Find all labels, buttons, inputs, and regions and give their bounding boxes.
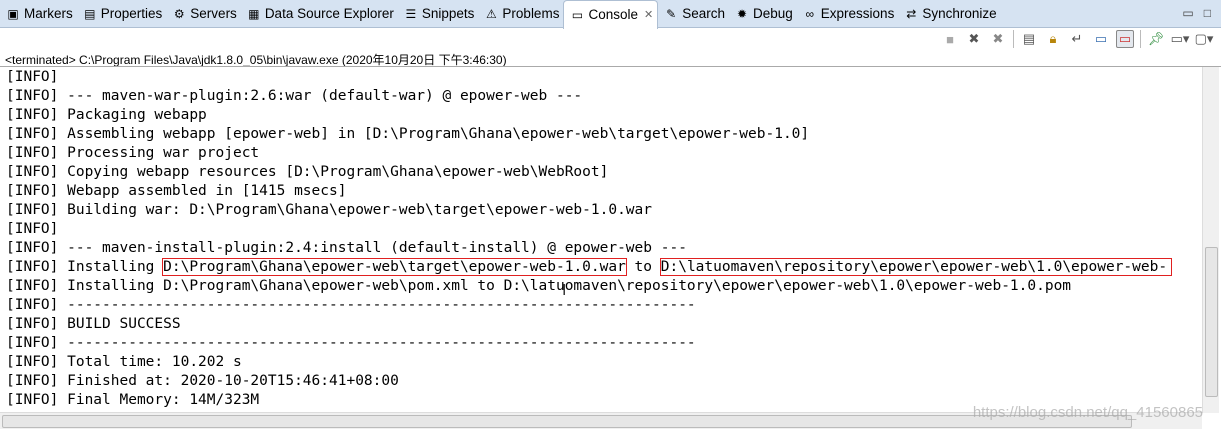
text-cursor-icon: I	[562, 282, 567, 299]
scroll-lock-icon[interactable]: 🔒︎	[1044, 30, 1062, 48]
highlighted-dest-path: D:\latuomaven\repository\epower\epower-w…	[659, 258, 1173, 276]
line-to: to	[625, 259, 661, 275]
snippets-icon: ☰	[405, 6, 417, 21]
expressions-icon: ∞	[805, 6, 815, 21]
synchronize-icon: ⇄	[906, 6, 917, 21]
data-source-icon: ▦	[248, 6, 260, 21]
word-wrap-icon[interactable]: ↵	[1068, 30, 1086, 48]
debug-icon: ✹	[736, 6, 748, 21]
tab-servers[interactable]: ⚙ Servers	[166, 0, 241, 28]
terminate-icon[interactable]: ■	[941, 30, 959, 48]
properties-icon: ▤	[84, 6, 96, 21]
console-line: [INFO] ---------------------------------…	[6, 335, 696, 351]
console-line: [INFO] Processing war project	[6, 145, 260, 161]
remove-launch-icon[interactable]: ✖	[965, 30, 983, 48]
tab-synchronize[interactable]: ⇄ Synchronize	[898, 0, 1000, 28]
display-console-icon[interactable]: ▭▾	[1171, 30, 1190, 48]
view-tab-bar: ▣ Markers ▤ Properties ⚙ Servers ▦ Data Source …	[0, 0, 1221, 29]
tab-markers[interactable]: ▣ Markers	[0, 0, 77, 28]
console-line: [INFO]	[6, 221, 59, 237]
pin-console-icon[interactable]: 📌︎	[1147, 30, 1165, 48]
tab-label: Markers	[24, 6, 73, 21]
tab-label: Debug	[752, 6, 793, 21]
tab-debug[interactable]: ✹ Debug	[729, 0, 797, 28]
console-line: [INFO] Finished at: 2020-10-20T15:46:41+…	[6, 373, 399, 389]
problems-icon: ⚠	[486, 6, 497, 21]
highlighted-source-path: D:\Program\Ghana\epower-web\target\epowe…	[162, 258, 627, 276]
vertical-scroll-thumb[interactable]	[1205, 247, 1218, 397]
maximize-icon[interactable]: □	[1204, 6, 1211, 20]
close-icon[interactable]: ✕	[644, 8, 653, 21]
markers-icon: ▣	[7, 6, 19, 21]
console-line: [INFO] Webapp assembled in [1415 msecs]	[6, 183, 347, 199]
tab-label: Synchronize	[922, 6, 997, 21]
show-on-stderr-icon[interactable]: ▭	[1116, 30, 1134, 48]
tab-label: Servers	[190, 6, 237, 21]
line-prefix: [INFO] Installing	[6, 259, 164, 275]
tab-label: Problems	[502, 6, 560, 21]
tab-label: Expressions	[820, 6, 895, 21]
watermark: https://blog.csdn.net/qq_41560865	[972, 404, 1203, 421]
tab-data-source-explorer[interactable]: ▦ Data Source Explorer	[241, 0, 398, 28]
console-line: [INFO] Total time: 10.202 s	[6, 354, 242, 370]
tab-properties[interactable]: ▤ Properties	[77, 0, 167, 28]
tab-problems[interactable]: ⚠ Problems	[478, 0, 563, 28]
toolbar-separator	[1013, 30, 1014, 48]
console-line: [INFO] Building war: D:\Program\Ghana\ep…	[6, 202, 653, 218]
tab-label: Snippets	[421, 6, 475, 21]
tab-expressions[interactable]: ∞ Expressions	[797, 0, 899, 28]
window-controls: ▭ □	[1182, 6, 1211, 20]
console-line: [INFO] Copying webapp resources [D:\Prog…	[6, 164, 609, 180]
tab-label: Properties	[100, 6, 163, 21]
tab-console[interactable]: ▭ Console ✕	[563, 0, 659, 29]
console-line-install-war: [INFO] Installing D:\Program\Ghana\epowe…	[6, 258, 1173, 277]
tab-snippets[interactable]: ☰ Snippets	[398, 0, 479, 28]
remove-all-terminated-icon[interactable]: ✖	[989, 30, 1007, 48]
toolbar-separator	[1140, 30, 1141, 48]
console-line: [INFO] Packaging webapp	[6, 107, 207, 123]
console-line: [INFO] BUILD SUCCESS	[6, 316, 181, 332]
horizontal-scroll-thumb[interactable]	[2, 415, 1132, 428]
servers-icon: ⚙	[173, 6, 185, 21]
tab-label: Search	[682, 6, 725, 21]
console-line: [INFO]	[6, 69, 59, 85]
clear-console-icon[interactable]: ▤	[1020, 30, 1038, 48]
open-console-icon[interactable]: ▢▾	[1195, 30, 1214, 48]
console-line: [INFO] Assembling webapp [epower-web] in…	[6, 126, 810, 142]
minimize-icon[interactable]: ▭	[1182, 6, 1193, 20]
console-icon: ▭	[571, 7, 584, 22]
console-line: [INFO] ---------------------------------…	[6, 297, 696, 313]
tab-label: Console	[588, 7, 638, 22]
tab-label: Data Source Explorer	[264, 6, 394, 21]
console-line: [INFO] Installing D:\Program\Ghana\epowe…	[6, 278, 1072, 294]
search-icon: ✎	[666, 6, 677, 21]
console-line: [INFO] --- maven-war-plugin:2.6:war (def…	[6, 88, 583, 104]
console-toolbar: ■ ✖ ✖ ▤ 🔒︎ ↵ ▭ ▭ 📌︎ ▭▾ ▢▾	[941, 30, 1213, 48]
vertical-scrollbar[interactable]	[1202, 67, 1219, 413]
console-line: [INFO] --- maven-install-plugin:2.4:inst…	[6, 240, 687, 256]
console-output[interactable]: [INFO] [INFO] --- maven-war-plugin:2.6:wa…	[0, 66, 1221, 433]
console-text: [INFO] [INFO] --- maven-war-plugin:2.6:wa…	[6, 68, 1173, 410]
show-on-stdout-icon[interactable]: ▭	[1092, 30, 1110, 48]
tab-search[interactable]: ✎ Search	[658, 0, 729, 28]
